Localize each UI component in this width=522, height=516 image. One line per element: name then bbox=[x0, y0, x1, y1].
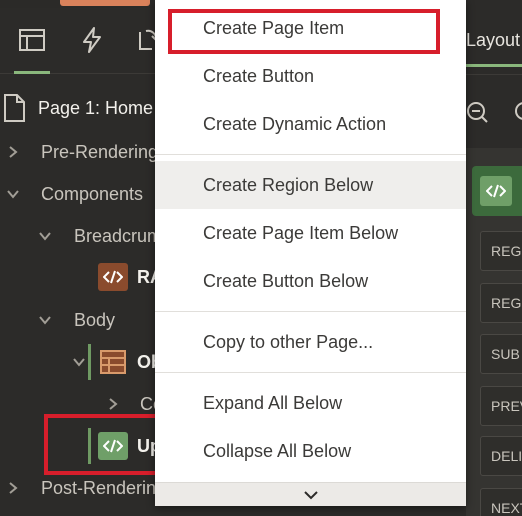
menu-separator bbox=[155, 372, 466, 373]
menu-separator bbox=[155, 311, 466, 312]
tab-layout-underline bbox=[466, 64, 522, 67]
page-icon bbox=[4, 94, 25, 122]
tree-item-label: Post-Renderin bbox=[41, 477, 157, 498]
code-icon bbox=[480, 176, 512, 206]
highlight-box-tree-node bbox=[44, 414, 163, 475]
menu-item-copy-to-other-page[interactable]: Copy to other Page... bbox=[155, 318, 466, 366]
chevron-down-icon[interactable] bbox=[38, 313, 52, 327]
code-icon bbox=[98, 263, 128, 291]
menu-item-create-dynamic-action[interactable]: Create Dynamic Action bbox=[155, 100, 466, 148]
chevron-down-icon bbox=[303, 490, 318, 499]
tree-item-label: Body bbox=[74, 309, 116, 330]
zoom-in-icon[interactable] bbox=[514, 101, 522, 123]
tree-item-breadcrumb[interactable]: Breadcrum bbox=[0, 214, 160, 258]
layout-button[interactable]: NEXT bbox=[480, 488, 522, 516]
layout-toolbar bbox=[466, 74, 522, 148]
tree-item-breadcrumb-region[interactable]: RA bbox=[0, 255, 160, 299]
table-icon bbox=[100, 350, 126, 374]
layout-button[interactable]: DELI bbox=[480, 436, 522, 476]
tree-page-node[interactable]: Page 1: Home bbox=[0, 86, 160, 130]
tree-item-label: Components bbox=[41, 183, 144, 204]
tree-item-components[interactable]: Components bbox=[0, 172, 160, 216]
chevron-down-icon[interactable] bbox=[6, 187, 20, 201]
tree-item-pre-rendering[interactable]: Pre-Rendering bbox=[0, 130, 160, 174]
menu-item-collapse-all-below[interactable]: Collapse All Below bbox=[155, 427, 466, 475]
context-menu: Create Page Item Create Button Create Dy… bbox=[155, 0, 466, 506]
tree-item-body[interactable]: Body bbox=[0, 298, 160, 342]
chevron-right-icon[interactable] bbox=[6, 145, 20, 159]
rendering-tab-icon[interactable] bbox=[14, 26, 50, 74]
tree-item-object-region[interactable]: Ob bbox=[0, 340, 160, 384]
menu-item-create-button[interactable]: Create Button bbox=[155, 52, 466, 100]
menu-scroll-down[interactable] bbox=[155, 482, 466, 506]
chevron-down-icon[interactable] bbox=[38, 229, 52, 243]
chevron-right-icon[interactable] bbox=[6, 481, 20, 495]
menu-item-create-button-below[interactable]: Create Button Below bbox=[155, 257, 466, 305]
layout-button[interactable]: PREV bbox=[480, 386, 522, 426]
tree-page-title: Page 1: Home bbox=[38, 97, 154, 118]
zoom-out-icon[interactable] bbox=[466, 101, 488, 123]
menu-item-create-region-below[interactable]: Create Region Below bbox=[155, 161, 466, 209]
tree-item-label: Pre-Rendering bbox=[41, 141, 159, 162]
tab-layout[interactable]: Layout bbox=[466, 30, 520, 51]
chevron-right-icon[interactable] bbox=[106, 397, 120, 411]
chevron-down-icon[interactable] bbox=[72, 355, 86, 369]
layout-button[interactable]: REGI bbox=[480, 283, 522, 323]
highlight-box-menu-item bbox=[168, 9, 440, 54]
top-accent-tab bbox=[60, 0, 150, 6]
menu-item-expand-all-below[interactable]: Expand All Below bbox=[155, 379, 466, 427]
dynamic-actions-tab-icon[interactable] bbox=[78, 26, 106, 54]
left-toolbar bbox=[0, 8, 160, 74]
tree-item-label: Breadcrum bbox=[74, 225, 160, 246]
layout-button[interactable]: REGI bbox=[480, 231, 522, 271]
menu-item-create-page-item-below[interactable]: Create Page Item Below bbox=[155, 209, 466, 257]
layout-region-header[interactable] bbox=[472, 166, 522, 216]
menu-separator bbox=[155, 154, 466, 155]
layout-button[interactable]: SUB bbox=[480, 334, 522, 374]
